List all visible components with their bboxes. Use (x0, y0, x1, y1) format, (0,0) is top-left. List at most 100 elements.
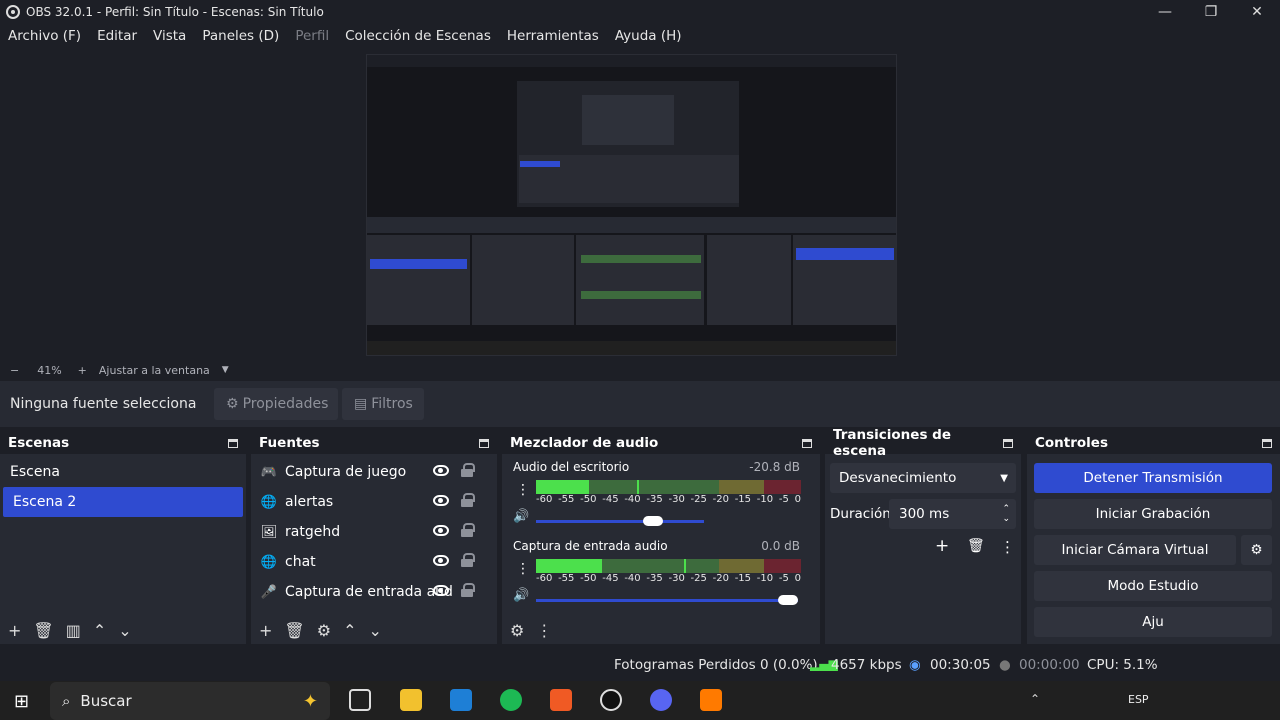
filter-icon[interactable]: ▥ (66, 621, 81, 640)
float-icon[interactable] (802, 438, 812, 448)
eye-icon[interactable] (433, 555, 449, 566)
menu-perfil[interactable]: Perfil (287, 28, 337, 44)
stream-time: 00:30:05 (930, 657, 991, 673)
stop-stream-button[interactable]: Detener Transmisión (1034, 463, 1272, 493)
more-icon[interactable]: ⋮ (516, 482, 530, 498)
chevron-down-icon[interactable]: ⌄ (368, 621, 381, 640)
scene-item[interactable]: Escena (0, 457, 246, 487)
discord-icon[interactable] (650, 689, 672, 711)
minimize-button[interactable]: — (1142, 4, 1188, 20)
tick-label: -5 (778, 494, 789, 505)
lock-icon[interactable] (461, 553, 475, 567)
chevron-down-icon[interactable]: ⌄ (118, 621, 131, 640)
source-item[interactable]: 🎤 Captura de entrada aud (251, 577, 497, 607)
menu-coleccion[interactable]: Colección de Escenas (337, 28, 499, 44)
trash-icon[interactable]: 🗑 (284, 621, 304, 640)
menu-editar[interactable]: Editar (89, 28, 145, 44)
menu-archivo[interactable]: Archivo (F) (0, 28, 89, 44)
zoom-in-button[interactable]: + (78, 364, 87, 377)
gear-icon[interactable]: ⚙ (1241, 535, 1272, 565)
channel-name: Captura de entrada audio (513, 539, 668, 553)
more-icon[interactable]: ⋮ (536, 621, 552, 640)
eye-icon[interactable] (433, 525, 449, 536)
tick-label: -60 (536, 494, 553, 505)
float-icon[interactable] (1003, 438, 1013, 448)
tick-label: -30 (668, 494, 685, 505)
source-item[interactable]: 🌐 chat (251, 547, 497, 577)
lock-icon[interactable] (461, 463, 475, 477)
meter-ticks: -60 -55 -50 -45 -40 -35 -30 -25 -20 -15 -10 -5 0 (536, 494, 801, 505)
source-item[interactable]: 🖼 ratgehd (251, 517, 497, 547)
tick-label: -15 (734, 573, 752, 584)
filters-button[interactable]: ▤ Filtros (342, 388, 424, 420)
eye-icon[interactable] (433, 495, 449, 506)
windows-start-icon[interactable]: ⊞ (14, 691, 29, 712)
spinner-icon[interactable]: ⌃ ⌄ (1002, 504, 1010, 524)
file-explorer-icon[interactable] (400, 689, 422, 711)
scene-item-selected[interactable]: Escena 2 (3, 487, 243, 517)
chevron-up-icon[interactable]: ⌃ (343, 621, 356, 640)
tick-label: -25 (690, 494, 707, 505)
tray-chevron-icon[interactable]: ⌃ (1030, 692, 1040, 706)
transition-select[interactable]: Desvanecimiento ▼ (830, 463, 1016, 493)
task-view-icon[interactable] (349, 689, 371, 711)
gear-icon[interactable]: ⚙ (510, 621, 524, 640)
lock-icon[interactable] (461, 493, 475, 507)
tick-label: -35 (646, 573, 663, 584)
lock-icon[interactable] (461, 523, 475, 537)
trash-icon[interactable]: 🗑 (967, 538, 985, 554)
start-recording-button[interactable]: Iniciar Grabación (1034, 499, 1272, 529)
add-icon[interactable]: + (8, 621, 21, 640)
fl-studio-icon[interactable] (700, 689, 722, 711)
spotify-icon[interactable] (500, 689, 522, 711)
brave-icon[interactable] (550, 689, 572, 711)
more-icon[interactable]: ⋮ (1000, 538, 1015, 556)
chevron-up-icon[interactable]: ⌃ (93, 621, 106, 640)
volume-track (536, 520, 704, 523)
menu-paneles[interactable]: Paneles (D) (194, 28, 287, 44)
taskbar-search[interactable]: ⌕ Buscar ✦ (50, 682, 330, 720)
source-label: ratgehd (285, 524, 341, 540)
menu-herramientas[interactable]: Herramientas (499, 28, 607, 44)
gear-icon[interactable]: ⚙ (317, 621, 331, 640)
zoom-out-button[interactable]: − (10, 364, 19, 377)
obs-logo-icon (6, 5, 20, 19)
zoom-bar: − 41% + Ajustar a la ventana ▼ (0, 360, 1280, 380)
language-indicator[interactable]: ESP (1128, 693, 1149, 706)
speaker-icon[interactable]: 🔊 (513, 509, 529, 524)
volume-slider[interactable] (642, 516, 663, 526)
maximize-button[interactable]: ❐ (1188, 4, 1234, 20)
properties-button[interactable]: ⚙ Propiedades (214, 388, 338, 420)
preview-canvas[interactable] (366, 54, 897, 356)
close-button[interactable]: ✕ (1234, 4, 1280, 20)
eye-icon[interactable] (433, 585, 449, 596)
settings-button[interactable]: Aju (1034, 607, 1272, 637)
source-item[interactable]: 🌐 alertas (251, 487, 497, 517)
more-icon[interactable]: ⋮ (516, 561, 530, 577)
float-icon[interactable] (1262, 438, 1272, 448)
chevron-down-icon[interactable]: ▼ (222, 365, 229, 375)
transitions-title: Transiciones de escena (833, 427, 951, 459)
menu-ayuda[interactable]: Ayuda (H) (607, 28, 690, 44)
add-icon[interactable]: + (935, 536, 949, 556)
volume-slider[interactable] (777, 595, 798, 605)
obs-icon[interactable] (600, 689, 622, 711)
scenes-title: Escenas (8, 435, 70, 451)
menu-vista[interactable]: Vista (145, 28, 194, 44)
float-icon[interactable] (479, 438, 489, 448)
duration-input[interactable]: 300 ms ⌃ ⌄ (889, 499, 1016, 529)
zoom-fit-select[interactable]: Ajustar a la ventana (99, 364, 210, 377)
source-item[interactable]: 🎮 Captura de juego (251, 457, 497, 487)
float-icon[interactable] (228, 438, 238, 448)
add-icon[interactable]: + (259, 621, 272, 640)
gear-icon: ⚙ (226, 396, 239, 412)
eye-icon[interactable] (433, 465, 449, 476)
virtual-camera-button[interactable]: Iniciar Cámara Virtual (1034, 535, 1236, 565)
store-icon[interactable] (450, 689, 472, 711)
studio-mode-button[interactable]: Modo Estudio (1034, 571, 1272, 601)
speaker-icon[interactable]: 🔊 (513, 588, 529, 603)
lock-icon[interactable] (461, 583, 475, 597)
tick-label: -45 (602, 494, 619, 505)
source-label: chat (285, 554, 316, 570)
trash-icon[interactable]: 🗑 (33, 621, 53, 640)
